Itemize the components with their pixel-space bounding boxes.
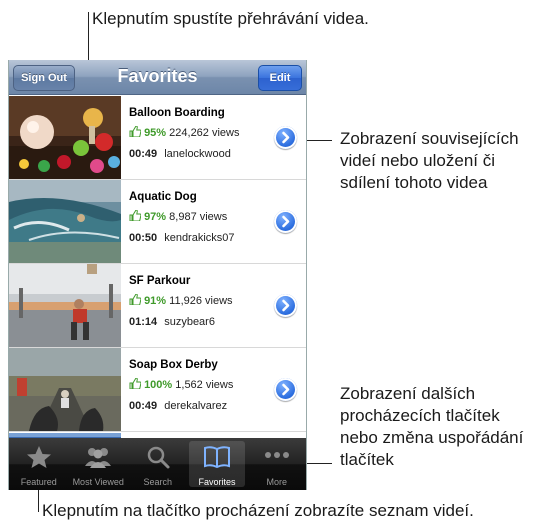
edit-button[interactable]: Edit [258, 65, 302, 91]
video-meta: 01:14 suzybear6 [129, 316, 215, 328]
video-duration: 00:49 [129, 400, 158, 412]
search-icon [147, 446, 170, 469]
view-count: 1,562 views [175, 379, 234, 391]
video-author: kendrakicks07 [164, 232, 235, 244]
video-row[interactable]: Soap Box Derby 100% 1,562 views 00:49 de… [9, 348, 306, 432]
video-thumbnail[interactable] [9, 96, 121, 179]
view-count: 224,262 views [169, 127, 240, 139]
video-duration: 00:49 [129, 148, 158, 160]
video-row[interactable]: Balloon Boarding 95% 224,262 views 00:49… [9, 96, 306, 180]
chevron-right-icon [282, 299, 290, 312]
video-stats: 100% 1,562 views [129, 378, 233, 391]
video-row[interactable]: Aquatic Dog 97% 8,987 views 00:50 kendra… [9, 180, 306, 264]
chevron-right-icon [282, 131, 290, 144]
book-icon [204, 446, 230, 469]
rating-percent: 95% [144, 127, 167, 139]
video-thumbnail[interactable] [9, 180, 121, 263]
callout-play-video: Klepnutím spustíte přehrávání videa. [92, 9, 369, 28]
callout-browse-buttons: Klepnutím na tlačítko procházení zobrazí… [42, 501, 474, 520]
tab-label: More [266, 477, 287, 487]
rating-percent: 97% [144, 211, 167, 223]
view-count: 11,926 views [169, 295, 233, 307]
tab-label: Search [143, 477, 173, 487]
tab-label: Featured [20, 477, 57, 487]
tab-more[interactable]: More [247, 438, 306, 490]
video-meta: 00:49 derekalvarez [129, 400, 227, 412]
video-meta: 00:49 lanelockwood [129, 148, 231, 160]
video-meta: 00:50 kendrakicks07 [129, 232, 235, 244]
video-title: SF Parkour [129, 275, 191, 287]
tab-label: Most Viewed [72, 477, 124, 487]
tab-bar: Featured Most Viewed Search Favorites Mo… [9, 438, 306, 490]
video-row[interactable]: SF Parkour 91% 11,926 views 01:14 suzybe… [9, 264, 306, 348]
rating-percent: 91% [144, 295, 167, 307]
video-thumbnail[interactable] [9, 264, 121, 347]
callout-more-buttons: Zobrazení dalších procházecích tlačítek … [340, 384, 524, 469]
people-icon [85, 448, 112, 468]
thumbs-up-icon [129, 378, 141, 389]
tab-favorites[interactable]: Favorites [189, 441, 245, 487]
video-stats: 91% 11,926 views [129, 294, 233, 307]
video-author: derekalvarez [164, 400, 228, 412]
tab-featured[interactable]: Featured [9, 438, 69, 490]
detail-disclosure-button[interactable] [274, 126, 297, 149]
tab-label: Favorites [198, 477, 236, 487]
thumbs-up-icon [129, 210, 141, 221]
video-duration: 01:14 [129, 316, 158, 328]
nav-bar: Sign Out Favorites Edit [9, 60, 306, 95]
chevron-right-icon [282, 383, 290, 396]
video-duration: 00:50 [129, 232, 158, 244]
video-stats: 95% 224,262 views [129, 126, 239, 139]
video-stats: 97% 8,987 views [129, 210, 227, 223]
video-author: lanelockwood [164, 148, 231, 160]
thumbs-up-icon [129, 294, 141, 305]
detail-disclosure-button[interactable] [274, 378, 297, 401]
phone-screen: Sign Out Favorites Edit Balloon Boarding… [8, 60, 307, 490]
thumbs-up-icon [129, 126, 141, 137]
video-author: suzybear6 [164, 316, 215, 328]
rating-percent: 100% [144, 379, 173, 391]
video-title: Aquatic Dog [129, 191, 197, 203]
more-dots-icon [264, 452, 289, 458]
tab-most-viewed[interactable]: Most Viewed [69, 438, 129, 490]
view-count: 8,987 views [169, 211, 228, 223]
detail-disclosure-button[interactable] [274, 294, 297, 317]
video-thumbnail[interactable] [9, 348, 121, 431]
detail-disclosure-button[interactable] [274, 210, 297, 233]
tab-search[interactable]: Search [128, 438, 188, 490]
callout-related-videos: Zobrazení souvisejících videí nebo ulože… [340, 129, 519, 192]
star-icon [26, 446, 51, 468]
chevron-right-icon [282, 215, 290, 228]
video-title: Soap Box Derby [129, 359, 218, 371]
video-title: Balloon Boarding [129, 107, 225, 119]
